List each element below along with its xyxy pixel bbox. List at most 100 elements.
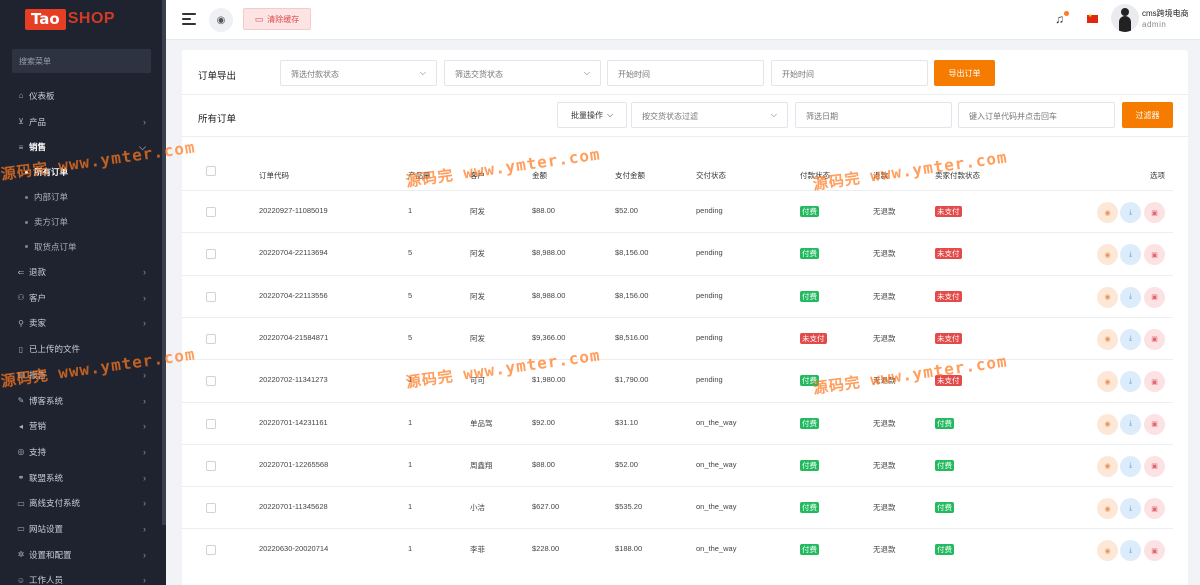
view-icon[interactable]: ◉ (1097, 328, 1118, 350)
avatar[interactable] (1111, 4, 1139, 32)
sidebar-subitem[interactable]: 卖方订单 (0, 210, 162, 235)
bell-icon[interactable]: ♫ (1055, 12, 1064, 26)
quantity: 1 (408, 502, 413, 512)
amount: $88.00 (532, 459, 555, 469)
gear-icon: ✲ (17, 550, 25, 560)
col-delivery-status[interactable]: 交付状态 (696, 170, 726, 181)
payment-status: 付费 (800, 206, 819, 217)
delete-icon[interactable]: ▣ (1144, 202, 1165, 223)
view-icon[interactable]: ◉ (1097, 455, 1118, 477)
sidebar-item[interactable]: ⚭ 联盟系统 › (0, 465, 162, 491)
payment-status-select[interactable]: 筛选付款状态 ⌵ (280, 60, 437, 86)
filter-button[interactable]: 过滤器 (1122, 102, 1173, 128)
view-icon[interactable]: ◉ (1097, 498, 1118, 520)
view-icon[interactable]: ◉ (1097, 286, 1118, 308)
view-icon[interactable]: ◉ (1097, 371, 1118, 393)
view-icon[interactable]: ◉ (1097, 244, 1118, 266)
delivery-filter-select[interactable]: 按交货状态过滤 ⌵ (631, 102, 788, 128)
logo[interactable]: Tao SHOP (25, 8, 115, 30)
sidebar-item[interactable]: ✲ 设置和配置 › (0, 542, 162, 568)
col-payment-status[interactable]: 付款状态 (800, 170, 830, 181)
col-quantity[interactable]: 产品量 (408, 170, 431, 181)
download-icon[interactable]: ⤓ (1120, 371, 1141, 393)
sidebar-item[interactable]: ▭ 网站设置 › (0, 516, 162, 542)
download-icon[interactable]: ⤓ (1120, 286, 1141, 308)
col-paid-amount[interactable]: 支付金额 (615, 170, 645, 181)
sidebar-item[interactable]: ▯ 已上传的文件 (0, 336, 162, 362)
language-flag-icon[interactable] (1087, 13, 1098, 23)
delivery-status-select[interactable]: 筛选交货状态 ⌵ (444, 60, 601, 86)
order-code-search-input[interactable]: 键入订单代码并点击回车 (958, 102, 1115, 128)
sidebar-item[interactable]: ☺ 工作人员 › (0, 568, 162, 585)
user-name[interactable]: cms跨境电商 (1142, 8, 1189, 19)
export-orders-button[interactable]: 导出订单 (934, 60, 995, 86)
status-badge: 付费 (935, 502, 954, 514)
sidebar-item[interactable]: ≡ 销售 ⌵ (0, 134, 162, 160)
download-icon[interactable]: ⤓ (1120, 540, 1141, 562)
end-time-input[interactable]: 开始时间 (771, 60, 928, 86)
sidebar-item[interactable]: ⚇ 客户 › (0, 285, 162, 311)
clear-cache-button[interactable]: ▭ 清除缓存 (243, 8, 311, 30)
col-refund[interactable]: 退款 (873, 170, 888, 181)
delete-icon[interactable]: ▣ (1144, 455, 1165, 477)
col-order-code[interactable]: 订单代码 (259, 170, 289, 181)
sidebar-item[interactable]: ⌂ 仪表板 (0, 83, 162, 109)
view-icon[interactable]: ◉ (1097, 540, 1118, 562)
row-checkbox[interactable] (206, 291, 216, 302)
sidebar-subitem[interactable]: 内部订单 (0, 185, 162, 210)
sidebar-item[interactable]: ⊻ 产品 › (0, 109, 162, 135)
quantity: 1 (408, 375, 413, 385)
sidebar-item[interactable]: ✎ 博客系统 › (0, 388, 162, 414)
row-checkbox[interactable] (206, 503, 216, 514)
row-checkbox[interactable] (206, 249, 216, 260)
delete-icon[interactable]: ▣ (1144, 286, 1165, 308)
refund-status: 无退款 (873, 460, 896, 470)
start-time-input[interactable]: 开始时间 (607, 60, 764, 86)
download-icon[interactable]: ⤓ (1120, 202, 1141, 223)
sidebar-item[interactable]: ▤ 报告 › (0, 362, 162, 388)
table-row: 20220701-12265568 1 周鑫翔 $88.00 $52.00 on_the_… (182, 443, 1173, 486)
row-checkbox[interactable] (206, 333, 216, 344)
delete-icon[interactable]: ▣ (1144, 498, 1165, 520)
delete-icon[interactable]: ▣ (1144, 371, 1165, 393)
sidebar-item[interactable]: ▭ 离线支付系统 › (0, 490, 162, 516)
download-icon[interactable]: ⤓ (1120, 413, 1141, 435)
view-icon[interactable]: ◉ (1097, 413, 1118, 435)
row-checkbox[interactable] (206, 460, 216, 471)
sidebar-item-label: 营销 (29, 421, 47, 432)
col-seller-payment[interactable]: 卖家付款状态 (935, 170, 980, 181)
col-customer[interactable]: 客户 (470, 170, 485, 181)
row-checkbox[interactable] (206, 376, 216, 387)
chevron-down-icon: ⌵ (419, 68, 426, 77)
view-icon[interactable]: ◉ (1097, 202, 1118, 223)
menu-search-input[interactable]: 搜索菜单 (12, 49, 151, 73)
status-badge: 付费 (935, 417, 954, 429)
sidebar-item[interactable]: ⇐ 退款 › (0, 259, 162, 285)
row-checkbox[interactable] (206, 207, 216, 217)
sidebar-item[interactable]: ◂ 营销 › (0, 413, 162, 439)
download-icon[interactable]: ⤓ (1120, 328, 1141, 350)
chevron-down-icon: ⌵ (583, 68, 590, 77)
users-icon: ⚇ (17, 293, 25, 303)
sidebar-subitem[interactable]: 所有订单 (0, 160, 162, 185)
sidebar-scrollbar[interactable] (162, 0, 166, 525)
sidebar-subitem[interactable]: 取货点订单 (0, 234, 162, 259)
sidebar-item[interactable]: ⚲ 卖家 › (0, 311, 162, 337)
download-icon[interactable]: ⤓ (1120, 455, 1141, 477)
order-code: 20220702-11341273 (259, 375, 328, 385)
delete-icon[interactable]: ▣ (1144, 540, 1165, 562)
select-all-checkbox[interactable] (206, 166, 216, 176)
download-icon[interactable]: ⤓ (1120, 244, 1141, 266)
delete-icon[interactable]: ▣ (1144, 244, 1165, 266)
delete-icon[interactable]: ▣ (1144, 413, 1165, 435)
menu-toggle-icon[interactable] (182, 13, 196, 25)
website-icon[interactable]: ◉ (209, 8, 233, 32)
bulk-action-button[interactable]: 批量操作 ⌵ (557, 102, 627, 128)
download-icon[interactable]: ⤓ (1120, 498, 1141, 520)
sidebar-item[interactable]: ◎ 支持 › (0, 439, 162, 465)
row-checkbox[interactable] (206, 545, 216, 556)
date-filter-input[interactable]: 筛选日期 (795, 102, 952, 128)
delete-icon[interactable]: ▣ (1144, 328, 1165, 350)
row-checkbox[interactable] (206, 418, 216, 429)
col-amount[interactable]: 金额 (532, 170, 547, 181)
